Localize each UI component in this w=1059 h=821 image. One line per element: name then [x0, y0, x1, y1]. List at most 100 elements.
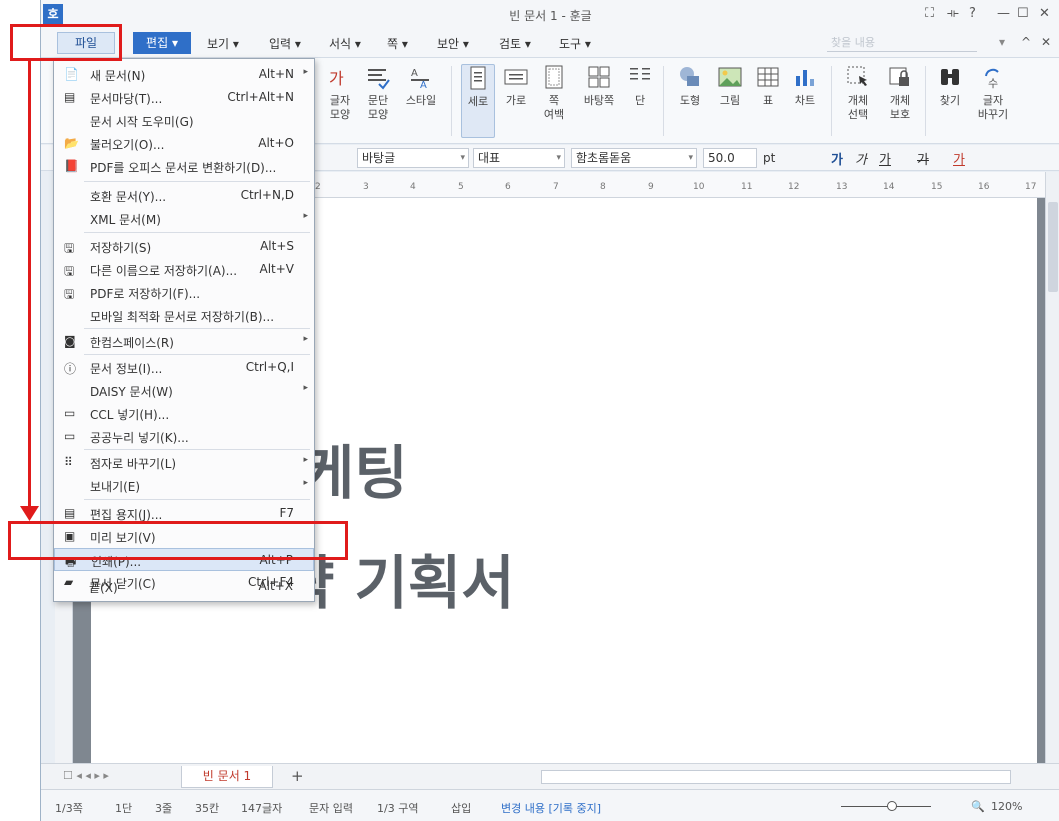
- menu-save[interactable]: 🖫 저장하기(S) Alt+S: [54, 235, 314, 258]
- menu-hancom-space[interactable]: ◙ 한컴스페이스(R) ▸: [54, 330, 314, 353]
- horizontal-scrollbar[interactable]: [541, 770, 1011, 784]
- font-size-unit[interactable]: pt: [763, 151, 775, 165]
- menu-send[interactable]: 보내기(E) ▸: [54, 474, 314, 497]
- vertical-page-button[interactable]: 세로: [461, 64, 495, 138]
- menu-daisy[interactable]: DAISY 문서(W) ▸: [54, 379, 314, 402]
- zoom-slider-handle[interactable]: [887, 801, 897, 811]
- menu-braille[interactable]: ⠿ 점자로 바꾸기(L) ▸: [54, 451, 314, 474]
- maximize-button[interactable]: ☐: [1017, 6, 1029, 21]
- menu-compatible-document[interactable]: 호환 문서(Y)... Ctrl+N,D: [54, 184, 314, 207]
- menu-pdf-convert[interactable]: 📕 PDF를 오피스 문서로 변환하기(D)...: [54, 155, 314, 178]
- tab-document-1[interactable]: 빈 문서 1: [181, 766, 273, 788]
- strike-button[interactable]: 가: [917, 149, 929, 168]
- replace-label: 글자 바꾸기: [977, 94, 1009, 121]
- menu-insert[interactable]: 입력 ▾: [269, 35, 301, 52]
- menu-review[interactable]: 검토 ▾: [499, 35, 531, 52]
- find-label: 찾기: [939, 94, 961, 107]
- menu-document-gallery[interactable]: ▤ 문서마당(T)... Ctrl+Alt+N: [54, 86, 314, 109]
- scrollbar-thumb[interactable]: [1048, 202, 1058, 292]
- picture-button[interactable]: 그림: [713, 64, 747, 108]
- svg-text:가: 가: [329, 69, 344, 88]
- page-margin-button[interactable]: 쪽 여백: [537, 64, 571, 122]
- ruler-number: 16: [978, 182, 990, 192]
- search-input[interactable]: 찾을 내용: [827, 34, 977, 52]
- menu-public-nuri[interactable]: ▭ 공공누리 넣기(K)...: [54, 425, 314, 448]
- collapse-ribbon-icon[interactable]: ^: [1021, 35, 1031, 49]
- columns-button[interactable]: 단: [625, 64, 655, 108]
- shape-button[interactable]: 도형: [673, 64, 707, 108]
- font-select[interactable]: 함초롬돋움 ▾: [571, 148, 697, 168]
- menu-save-as[interactable]: 🖫 다른 이름으로 저장하기(A)... Alt+V: [54, 258, 314, 281]
- background-page-button[interactable]: 바탕쪽: [579, 64, 619, 108]
- menu-tools[interactable]: 도구 ▾: [559, 35, 591, 52]
- menu-ccl[interactable]: ▭ CCL 넣기(H)...: [54, 402, 314, 425]
- add-tab-button[interactable]: +: [291, 767, 304, 785]
- status-track-changes[interactable]: 변경 내용 [기록 중지]: [501, 800, 601, 816]
- document-text-line1: 케팅: [301, 439, 408, 507]
- close-button[interactable]: ✕: [1039, 6, 1050, 21]
- text-color-button[interactable]: 가: [953, 149, 965, 168]
- menu-exit[interactable]: 끝(X) Alt+X: [53, 575, 313, 598]
- pdf-icon: 📕: [64, 159, 79, 173]
- search-dropdown-icon[interactable]: ▾: [999, 35, 1005, 49]
- menu-review-label: 검토: [499, 37, 522, 51]
- menu-edit-label: 편집: [146, 36, 169, 50]
- close-doc-icon[interactable]: ✕: [1041, 35, 1051, 49]
- horizontal-page-button[interactable]: 가로: [499, 64, 533, 108]
- find-button[interactable]: 찾기: [935, 64, 965, 108]
- table-button[interactable]: 표: [753, 64, 783, 108]
- style-select[interactable]: 바탕글 ▾: [357, 148, 469, 168]
- menu-separator: [84, 449, 310, 450]
- menu-save-pdf[interactable]: 🖫 PDF로 저장하기(F)...: [54, 281, 314, 304]
- status-insert[interactable]: 삽입: [451, 800, 471, 816]
- language-select[interactable]: 대표 ▾: [473, 148, 565, 168]
- chart-button[interactable]: 차트: [789, 64, 821, 108]
- object-protect-button[interactable]: 개체 보호: [883, 64, 917, 122]
- menu-format[interactable]: 서식 ▾: [329, 35, 361, 52]
- menu-document-info[interactable]: ⓘ 문서 정보(I)... Ctrl+Q,I: [54, 356, 314, 379]
- char-shape-button[interactable]: 가 글자 모양: [325, 64, 355, 122]
- menu-edit[interactable]: 편집 ▾: [133, 32, 191, 54]
- zoom-level[interactable]: 120%: [991, 800, 1022, 813]
- submenu-arrow-icon: ▸: [303, 211, 308, 221]
- menu-security-label: 보안: [437, 37, 460, 51]
- ribbon-separator: [663, 66, 664, 136]
- menu-start-wizard[interactable]: 문서 시작 도우미(G): [54, 109, 314, 132]
- object-select-button[interactable]: 개체 선택: [841, 64, 875, 122]
- menu-daisy-label: DAISY 문서(W): [90, 385, 173, 399]
- minimize-button[interactable]: —: [997, 6, 1010, 21]
- menu-xml-document[interactable]: XML 문서(M) ▸: [54, 207, 314, 230]
- picture-icon: [718, 67, 742, 87]
- shape-icon: [680, 67, 699, 86]
- ribbon-separator: [451, 66, 452, 136]
- lock-icon: [889, 67, 909, 86]
- style-button[interactable]: AA 스타일: [401, 64, 441, 108]
- layout-icon[interactable]: ⟛: [947, 6, 959, 21]
- menu-new-document-shortcut: Alt+N: [258, 67, 294, 81]
- menu-save-mobile[interactable]: 모바일 최적화 문서로 저장하기(B)...: [54, 304, 314, 327]
- replace-button[interactable]: 수 글자 바꾸기: [973, 64, 1013, 122]
- vertical-scrollbar[interactable]: [1045, 172, 1059, 763]
- zoom-slider[interactable]: [841, 806, 931, 807]
- tab-nav-icon[interactable]: ☐ ◂ ◂ ▸ ▸: [63, 769, 109, 782]
- ruler-number: 13: [836, 182, 848, 192]
- zoom-icon[interactable]: 🔍: [971, 800, 985, 813]
- menu-compatible-document-shortcut: Ctrl+N,D: [240, 188, 294, 202]
- menu-new-document[interactable]: 📄 새 문서(N) Alt+N ▸: [54, 63, 314, 86]
- page-margin-icon: [545, 65, 563, 89]
- language-select-value: 대표: [478, 151, 501, 165]
- help-button[interactable]: ?: [969, 6, 976, 21]
- italic-button[interactable]: 가: [855, 149, 867, 168]
- fullscreen-icon[interactable]: ⛶: [925, 6, 934, 21]
- font-size-field[interactable]: 50.0: [703, 148, 757, 168]
- underline-button[interactable]: 가: [879, 149, 891, 168]
- bold-button[interactable]: 가: [831, 149, 843, 168]
- style-icon: AA: [411, 68, 429, 90]
- menu-open[interactable]: 📂 불러오기(O)... Alt+O: [54, 132, 314, 155]
- columns-icon: [630, 68, 650, 80]
- menu-view[interactable]: 보기 ▾: [207, 35, 239, 52]
- menu-security[interactable]: 보안 ▾: [437, 35, 469, 52]
- landscape-icon: [504, 69, 528, 85]
- para-shape-button[interactable]: 문단 모양: [363, 64, 393, 122]
- menu-page[interactable]: 쪽 ▾: [387, 35, 408, 52]
